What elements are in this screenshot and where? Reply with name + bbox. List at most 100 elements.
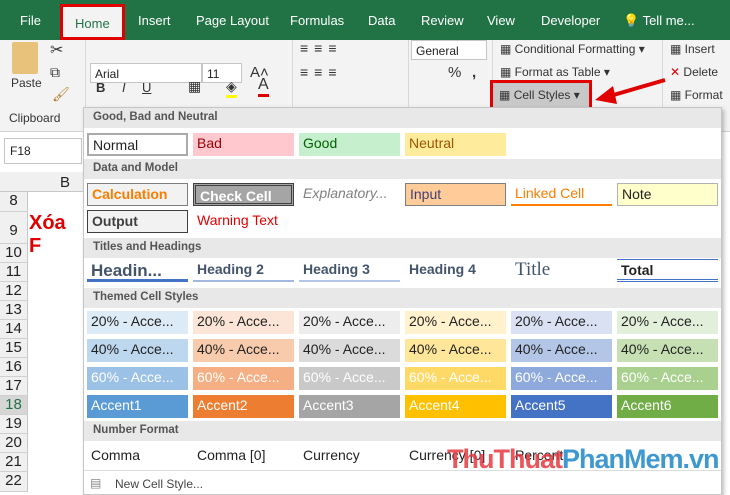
- row-header-21[interactable]: 21: [0, 453, 28, 472]
- tab-developer[interactable]: Developer: [541, 13, 600, 28]
- cell-style-calculation[interactable]: Calculation: [87, 183, 188, 206]
- tab-file[interactable]: File: [20, 13, 41, 28]
- cell-style-60-acce[interactable]: 60% - Acce...: [405, 367, 506, 390]
- fill-color-icon[interactable]: ◈: [226, 78, 237, 98]
- conditional-formatting-button[interactable]: ▦ Conditional Formatting ▾: [500, 42, 645, 56]
- cell-style-20-acce[interactable]: 20% - Acce...: [87, 311, 188, 334]
- cell-styles-button[interactable]: ▦ Cell Styles ▾: [490, 80, 592, 110]
- cell-style-explanatory[interactable]: Explanatory...: [299, 183, 400, 206]
- cell-style-warning-text[interactable]: Warning Text: [193, 210, 294, 233]
- row-header-19[interactable]: 19: [0, 415, 28, 434]
- format-cells-button[interactable]: ▦ Format: [670, 88, 723, 102]
- cell-style-accent3[interactable]: Accent3: [299, 395, 400, 418]
- format-label: Format: [684, 88, 723, 102]
- cell-style-40-acce[interactable]: 40% - Acce...: [87, 339, 188, 362]
- row-header-9[interactable]: 9: [0, 212, 28, 244]
- tab-formulas[interactable]: Formulas: [290, 13, 344, 28]
- cell-style-40-acce[interactable]: 40% - Acce...: [617, 339, 718, 362]
- cell-style-bad[interactable]: Bad: [193, 133, 294, 156]
- cell-style-neutral[interactable]: Neutral: [405, 133, 506, 156]
- cell-style-input[interactable]: Input: [405, 183, 506, 206]
- section-header: Titles and Headings: [84, 238, 721, 258]
- tab-page-layout[interactable]: Page Layout: [196, 13, 269, 28]
- tab-view[interactable]: View: [487, 13, 515, 28]
- tab-insert[interactable]: Insert: [138, 13, 171, 28]
- cut-icon[interactable]: ✂: [50, 40, 63, 60]
- watermark: ThuThuatPhanMem.vn: [447, 444, 720, 475]
- row-header-10[interactable]: 10: [0, 244, 28, 263]
- cell-style-60-acce[interactable]: 60% - Acce...: [87, 367, 188, 390]
- row-header-12[interactable]: 12: [0, 282, 28, 301]
- cell-style-check-cell[interactable]: Check Cell: [193, 183, 294, 206]
- cell-style-20-acce[interactable]: 20% - Acce...: [193, 311, 294, 334]
- cell-style-60-acce[interactable]: 60% - Acce...: [617, 367, 718, 390]
- insert-cells-button[interactable]: ▦ Insert: [670, 42, 715, 56]
- cell-style-heading-4[interactable]: Heading 4: [405, 259, 506, 282]
- new-cell-style-menu-item[interactable]: New Cell Style...: [115, 477, 203, 491]
- cell-style-note[interactable]: Note: [617, 183, 718, 206]
- cell-style-40-acce[interactable]: 40% - Acce...: [193, 339, 294, 362]
- borders-icon[interactable]: ▦: [188, 78, 201, 95]
- row-header-18[interactable]: 18: [0, 396, 28, 415]
- paste-icon: [12, 42, 38, 74]
- cell-style-heading-3[interactable]: Heading 3: [299, 259, 400, 282]
- name-box[interactable]: F18: [4, 138, 82, 164]
- cell-style-20-acce[interactable]: 20% - Acce...: [617, 311, 718, 334]
- paste-button[interactable]: Paste: [11, 76, 42, 90]
- row-header-8[interactable]: 8: [0, 192, 28, 212]
- row-header-13[interactable]: 13: [0, 301, 28, 320]
- tab-data[interactable]: Data: [368, 13, 395, 28]
- cell-style-60-acce[interactable]: 60% - Acce...: [511, 367, 612, 390]
- bold-button[interactable]: B: [96, 80, 105, 95]
- comma-button[interactable]: ,: [472, 64, 476, 81]
- horizontal-align-icons[interactable]: ≡≡≡: [300, 64, 343, 80]
- cell-style-accent5[interactable]: Accent5: [511, 395, 612, 418]
- cell-style-accent6[interactable]: Accent6: [617, 395, 718, 418]
- cell-style-20-acce[interactable]: 20% - Acce...: [511, 311, 612, 334]
- cell-style-comma-0[interactable]: Comma [0]: [193, 445, 294, 468]
- row-header-14[interactable]: 14: [0, 320, 28, 339]
- cell-style-linked-cell[interactable]: Linked Cell: [511, 183, 612, 206]
- tab-home[interactable]: Home: [60, 4, 125, 40]
- cell-style-normal[interactable]: Normal: [87, 133, 188, 156]
- font-color-icon[interactable]: A: [258, 76, 269, 97]
- cell-style-40-acce[interactable]: 40% - Acce...: [511, 339, 612, 362]
- underline-button[interactable]: U: [142, 80, 151, 95]
- row-header-17[interactable]: 17: [0, 377, 28, 396]
- cell-style-accent1[interactable]: Accent1: [87, 395, 188, 418]
- format-painter-icon[interactable]: 🖌: [52, 86, 70, 103]
- cell-style-20-acce[interactable]: 20% - Acce...: [299, 311, 400, 334]
- italic-button[interactable]: I: [122, 80, 126, 95]
- cell-style-accent4[interactable]: Accent4: [405, 395, 506, 418]
- row-header-11[interactable]: 11: [0, 263, 28, 282]
- row-header-16[interactable]: 16: [0, 358, 28, 377]
- clipboard-group-label: Clipboard: [9, 111, 61, 125]
- format-as-table-button[interactable]: ▦ Format as Table ▾: [500, 65, 610, 79]
- copy-icon[interactable]: ⧉: [50, 64, 60, 81]
- alignment-icons[interactable]: ≡≡≡: [300, 40, 343, 56]
- cell-style-accent2[interactable]: Accent2: [193, 395, 294, 418]
- cell-style-40-acce[interactable]: 40% - Acce...: [405, 339, 506, 362]
- number-format-select[interactable]: General: [411, 40, 487, 60]
- cell-style-headin[interactable]: Headin...: [87, 259, 188, 282]
- row-header-22[interactable]: 22: [0, 472, 28, 492]
- tab-review[interactable]: Review: [421, 13, 464, 28]
- cell-style-output[interactable]: Output: [87, 210, 188, 233]
- cell-style-60-acce[interactable]: 60% - Acce...: [193, 367, 294, 390]
- cell-style-comma[interactable]: Comma: [87, 445, 188, 468]
- delete-cells-button[interactable]: ✕ Delete: [670, 65, 718, 79]
- row-header-20[interactable]: 20: [0, 434, 28, 453]
- percent-button[interactable]: %: [448, 64, 461, 81]
- cell-style-20-acce[interactable]: 20% - Acce...: [405, 311, 506, 334]
- column-header-b[interactable]: B: [60, 174, 70, 191]
- cell-style-currency[interactable]: Currency: [299, 445, 400, 468]
- cell-style-total[interactable]: Total: [617, 259, 718, 282]
- cell-style-40-acce[interactable]: 40% - Acce...: [299, 339, 400, 362]
- cell-style-title[interactable]: Title: [511, 259, 612, 282]
- cell-style-60-acce[interactable]: 60% - Acce...: [299, 367, 400, 390]
- tell-me-search[interactable]: 💡 Tell me...: [623, 13, 695, 29]
- section-header: Data and Model: [84, 159, 721, 179]
- row-header-15[interactable]: 15: [0, 339, 28, 358]
- cell-style-good[interactable]: Good: [299, 133, 400, 156]
- cell-style-heading-2[interactable]: Heading 2: [193, 259, 294, 282]
